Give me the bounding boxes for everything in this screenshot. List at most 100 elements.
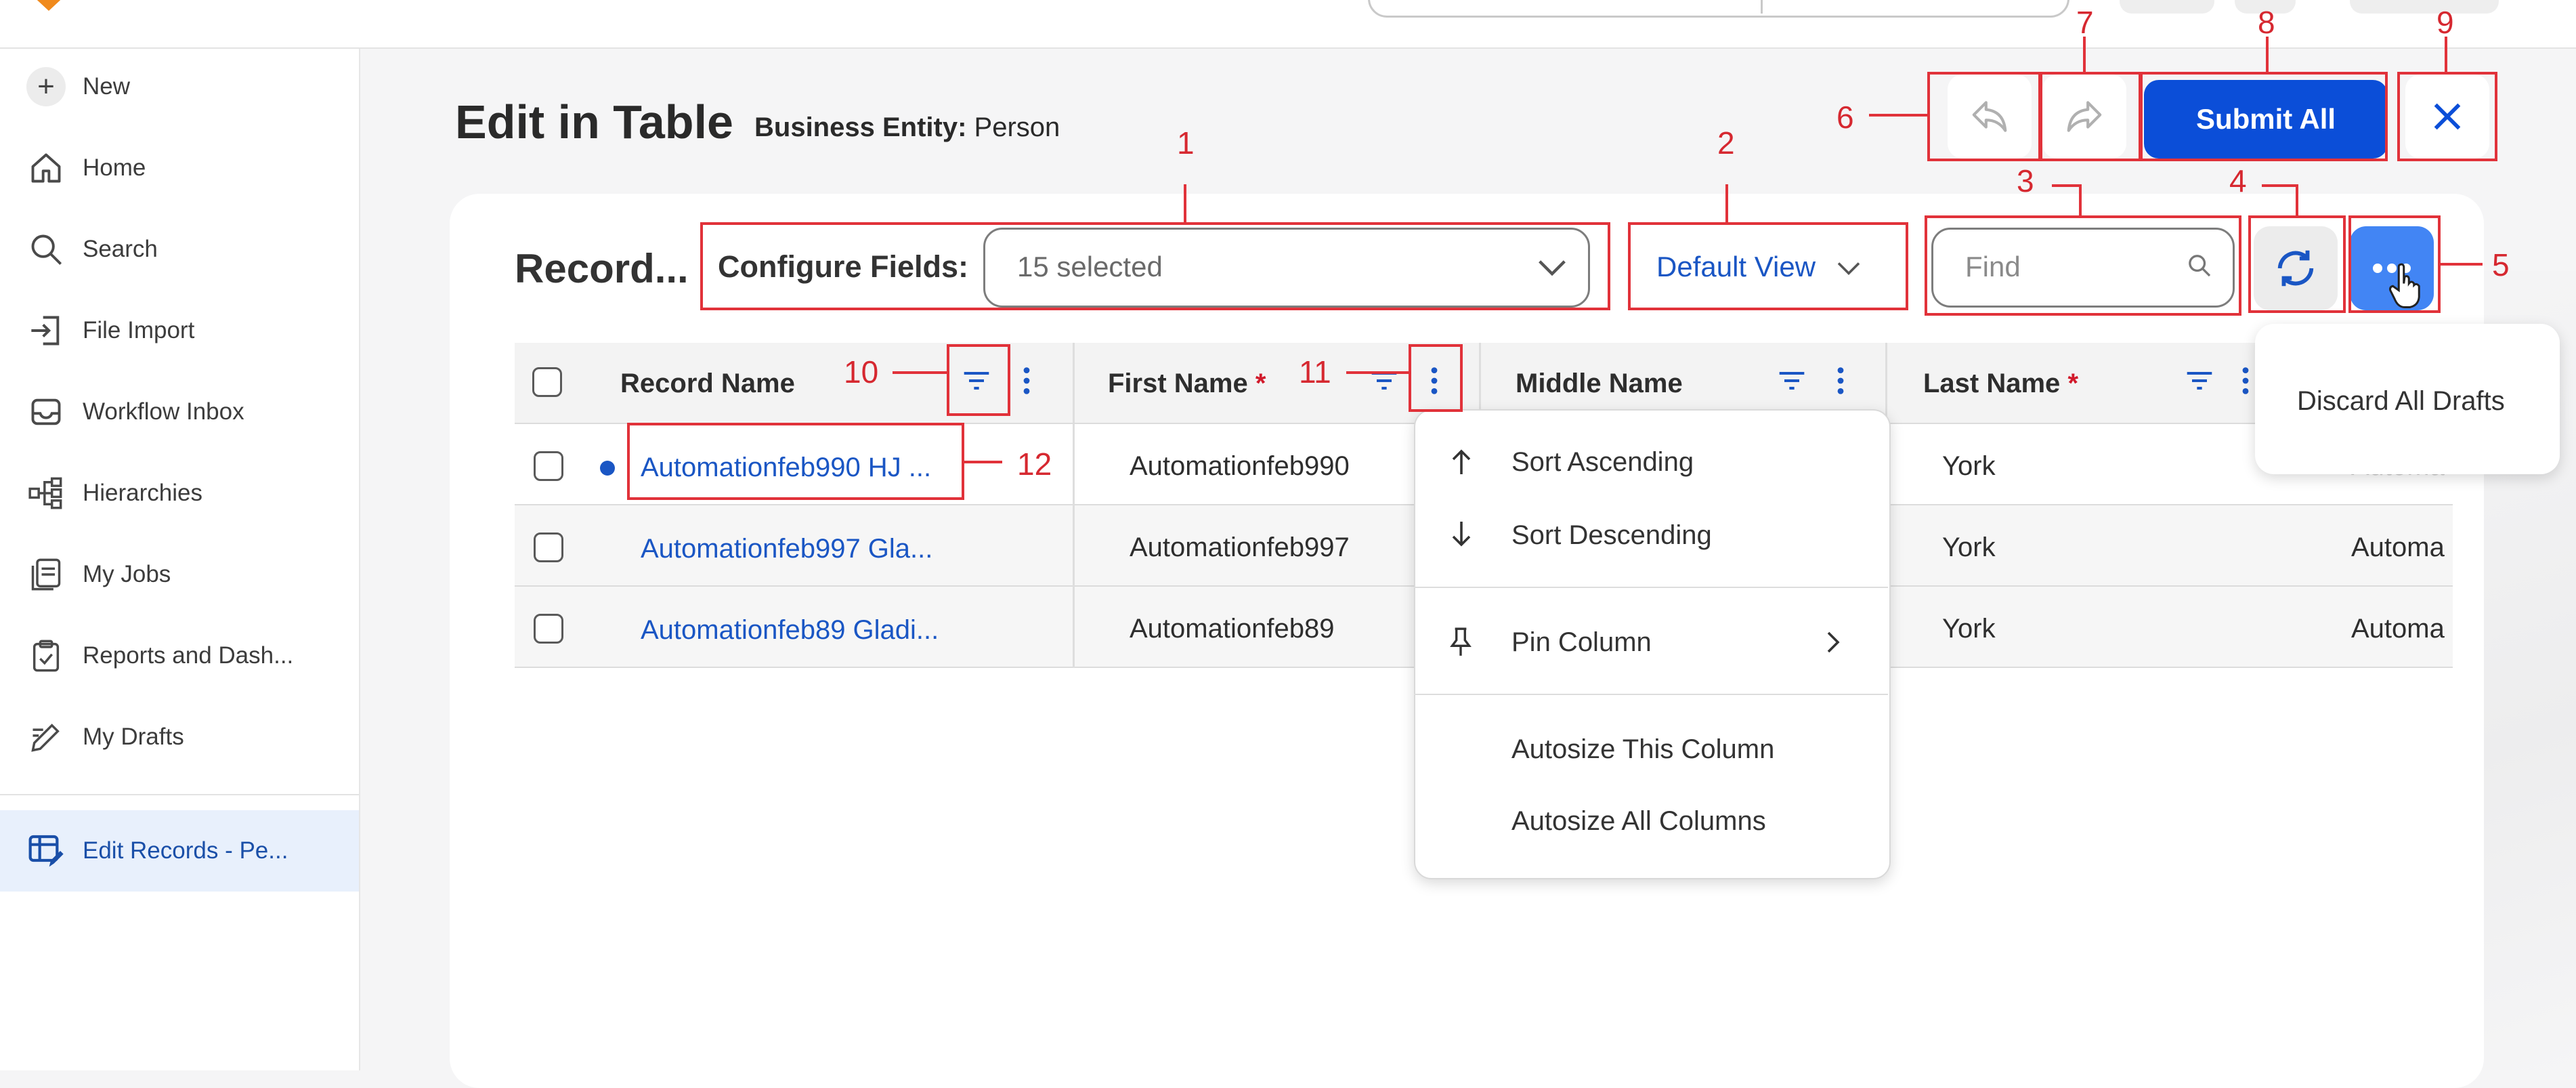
overflow-cell[interactable]: Automa — [2351, 614, 2445, 644]
drafts-icon — [24, 715, 68, 759]
sidebar-item-reports[interactable]: Reports and Dash... — [0, 623, 359, 688]
entity-value: Person — [974, 112, 1060, 142]
column-header-first-name[interactable]: First Name * — [1108, 369, 1266, 399]
pin-column-item[interactable]: Pin Column — [1511, 627, 1652, 658]
annotation-number: 6 — [1837, 100, 1854, 135]
annotation-line — [1869, 114, 1927, 117]
last-name-cell[interactable]: York — [1942, 451, 1996, 482]
first-name-cell[interactable]: Automationfeb997 — [1130, 532, 1350, 563]
annotation-number: 7 — [2076, 5, 2094, 40]
annotation-number: 12 — [1017, 446, 1052, 482]
chevron-right-icon — [1827, 631, 1840, 653]
filter-icon[interactable] — [1777, 369, 1807, 393]
sidebar-item-label: Search — [83, 236, 158, 262]
annotation-box — [2397, 72, 2497, 161]
sidebar-item-edit-records[interactable]: Edit Records - Pe... — [0, 810, 359, 892]
row-checkbox[interactable] — [534, 614, 563, 644]
annotation-box — [1409, 344, 1463, 412]
top-action-pill[interactable] — [2120, 0, 2214, 14]
column-menu-icon[interactable] — [1834, 366, 1847, 396]
column-menu-icon[interactable] — [1020, 366, 1033, 396]
annotation-number: 10 — [844, 354, 879, 390]
filter-icon[interactable] — [2185, 369, 2214, 393]
annotation-line — [964, 461, 1002, 463]
hierarchy-icon — [24, 472, 68, 515]
sidebar-item-my-jobs[interactable]: My Jobs — [0, 542, 359, 607]
row-checkbox[interactable] — [534, 532, 563, 562]
sidebar-item-workflow-inbox[interactable]: Workflow Inbox — [0, 379, 359, 444]
annotation-line — [2083, 37, 2086, 72]
sidebar-item-my-drafts[interactable]: My Drafts — [0, 705, 359, 770]
annotation-box — [1628, 222, 1908, 310]
sidebar-item-file-import[interactable]: File Import — [0, 298, 359, 363]
annotation-number: 9 — [2437, 5, 2454, 40]
annotation-line — [2441, 263, 2483, 266]
menu-divider — [1414, 587, 1888, 588]
annotation-box — [700, 222, 1610, 310]
autosize-this-column-item[interactable]: Autosize This Column — [1511, 734, 1774, 765]
annotation-number: 5 — [2492, 247, 2510, 283]
autosize-all-columns-item[interactable]: Autosize All Columns — [1511, 806, 1766, 837]
sidebar: + New Home Search File Import Workflow I… — [0, 49, 360, 1070]
last-name-cell[interactable]: York — [1942, 532, 1996, 563]
first-name-cell[interactable]: Automationfeb990 — [1130, 451, 1350, 482]
discard-all-drafts-item[interactable]: Discard All Drafts — [2297, 386, 2505, 417]
table-edit-icon — [24, 829, 68, 873]
sidebar-item-label: File Import — [83, 317, 195, 343]
annotation-number: 1 — [1177, 125, 1195, 161]
sidebar-item-label: Reports and Dash... — [83, 642, 294, 669]
row-checkbox[interactable] — [534, 451, 563, 481]
sidebar-item-new[interactable]: + New — [0, 54, 359, 119]
column-header-middle-name[interactable]: Middle Name — [1516, 369, 1683, 399]
annotation-line — [893, 371, 947, 374]
file-import-icon — [24, 309, 68, 352]
overflow-cell[interactable]: Automa — [2351, 532, 2445, 563]
app-logo-icon[interactable] — [30, 0, 68, 11]
page-title: Edit in Table — [455, 96, 733, 148]
annotation-line — [2296, 184, 2298, 215]
sidebar-item-label: Edit Records - Pe... — [83, 837, 288, 864]
search-divider — [1761, 0, 1763, 14]
sidebar-item-label: New — [83, 73, 131, 100]
annotation-line — [1725, 184, 1728, 222]
select-all-checkbox[interactable] — [532, 367, 562, 397]
search-icon — [24, 228, 68, 271]
column-header-last-name[interactable]: Last Name * — [1923, 369, 2078, 399]
annotation-number: 4 — [2229, 163, 2247, 198]
global-search-bar[interactable] — [1368, 0, 2069, 18]
annotation-line — [2266, 37, 2269, 72]
profile-pill[interactable] — [2350, 0, 2499, 14]
first-name-cell[interactable]: Automationfeb89 — [1130, 614, 1334, 644]
annotation-line — [1184, 184, 1186, 222]
column-header-record-name[interactable]: Record Name — [620, 369, 795, 399]
column-divider[interactable] — [1885, 343, 1887, 423]
required-marker: * — [2067, 369, 2079, 398]
last-name-cell[interactable]: York — [1942, 614, 1996, 644]
sidebar-item-hierarchies[interactable]: Hierarchies — [0, 461, 359, 526]
sidebar-item-label: Hierarchies — [83, 480, 202, 506]
sidebar-item-search[interactable]: Search — [0, 217, 359, 282]
record-name-link[interactable]: Automationfeb89 Gladi... — [641, 615, 939, 646]
column-menu-icon[interactable] — [2239, 366, 2252, 396]
column-header-label: First Name — [1108, 369, 1248, 398]
annotation-line — [2079, 184, 2082, 215]
sort-ascending-item[interactable]: Sort Ascending — [1511, 447, 1694, 478]
record-name-link[interactable]: Automationfeb997 Gla... — [641, 534, 932, 564]
report-icon — [24, 634, 68, 677]
sidebar-item-label: Home — [83, 154, 146, 181]
annotation-line — [1346, 371, 1409, 374]
annotation-box — [2348, 215, 2441, 313]
home-icon — [24, 146, 68, 190]
pin-icon — [1450, 627, 1472, 656]
required-marker: * — [1255, 369, 1266, 398]
sidebar-item-label: Workflow Inbox — [83, 398, 244, 425]
sidebar-item-label: My Jobs — [83, 561, 171, 587]
arrow-up-icon — [1452, 449, 1471, 474]
annotation-box — [627, 423, 964, 500]
sidebar-item-home[interactable]: Home — [0, 135, 359, 201]
sort-descending-item[interactable]: Sort Descending — [1511, 520, 1712, 551]
sidebar-item-label: My Drafts — [83, 724, 184, 750]
entity-label: Business Entity: — [754, 112, 967, 142]
column-divider[interactable] — [1073, 343, 1075, 423]
jobs-icon — [24, 553, 68, 596]
